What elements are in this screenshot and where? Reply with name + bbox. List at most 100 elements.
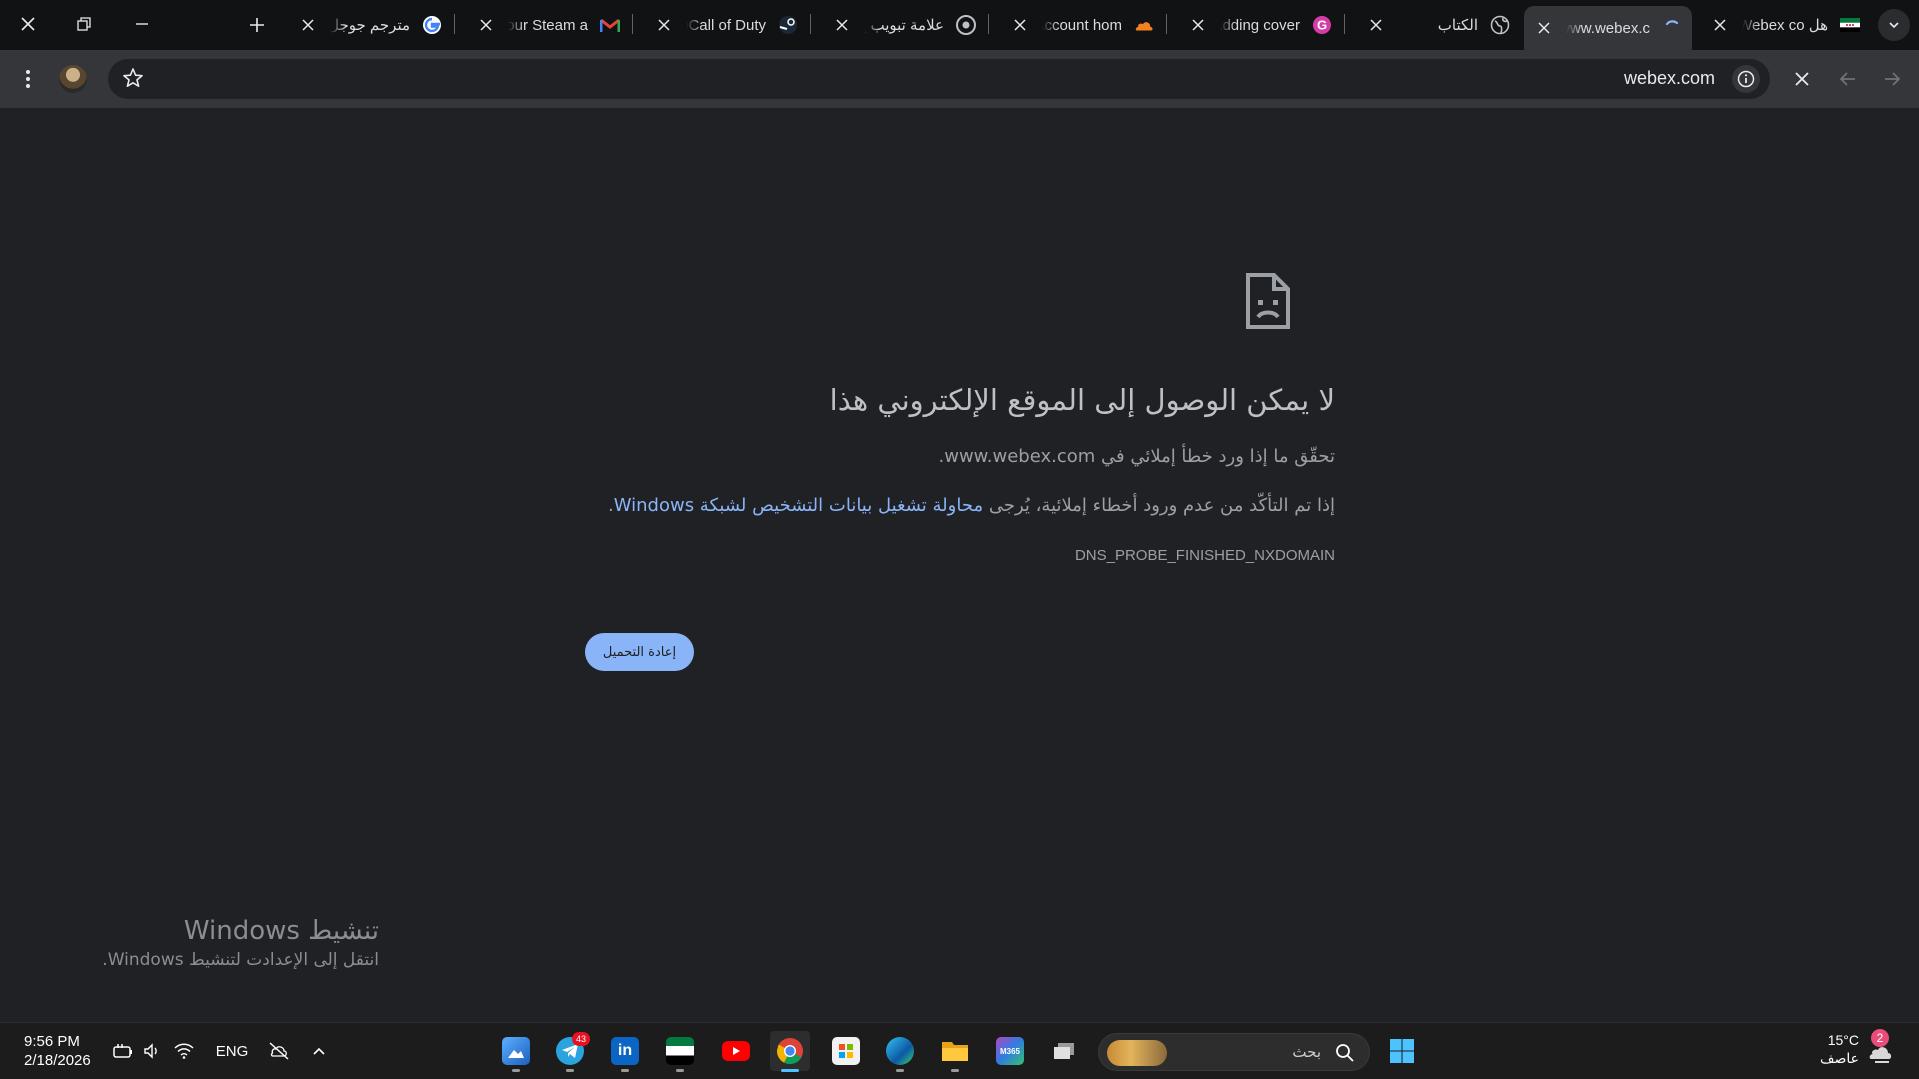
- tab-title: علامة تبويب ج: [864, 17, 944, 34]
- tab-search-button[interactable]: [1878, 9, 1910, 41]
- site-info-icon[interactable]: [1732, 65, 1760, 93]
- tab-title: Call of Duty®: [686, 16, 766, 34]
- restore-window-button[interactable]: [64, 6, 104, 42]
- tab-adding-cover[interactable]: G Adding cover: [1178, 7, 1342, 43]
- window-stack-icon: [1050, 1037, 1078, 1065]
- close-icon: [1795, 72, 1809, 86]
- plus-icon: [250, 18, 264, 32]
- folder-icon: [941, 1037, 969, 1065]
- tab-title: www.webex.c: [1566, 19, 1650, 37]
- arrow-left-icon: [1839, 72, 1855, 86]
- minimize-window-button[interactable]: [122, 6, 162, 42]
- search-icon: [1335, 1043, 1355, 1067]
- flag-icon: [1840, 15, 1860, 35]
- chevron-up-icon: [313, 1047, 325, 1055]
- google-icon: [422, 15, 442, 35]
- taskbar-app-task-view[interactable]: [1044, 1031, 1084, 1071]
- chrome-icon: [776, 1037, 804, 1065]
- arrow-right-icon: [1885, 72, 1901, 86]
- tab-close-icon[interactable]: [832, 15, 852, 35]
- minimize-icon: [136, 23, 148, 25]
- network-diagnostics-link[interactable]: محاولة تشغيل بيانات التشخيص لشبكة Window…: [614, 495, 983, 516]
- linkedin-icon: in: [611, 1037, 639, 1065]
- reload-button[interactable]: إعادة التحميل: [585, 633, 694, 671]
- error-title: لا يمكن الوصول إلى الموقع الإلكتروني هذا: [829, 383, 1335, 417]
- taskbar-app-store[interactable]: [826, 1031, 866, 1071]
- url-text[interactable]: webex.com: [1624, 68, 1715, 89]
- error-code: DNS_PROBE_FINISHED_NXDOMAIN: [1074, 547, 1335, 564]
- address-bar[interactable]: webex.com: [108, 59, 1770, 99]
- taskbar-app-flag[interactable]: [660, 1031, 700, 1072]
- new-tab-button[interactable]: [236, 8, 278, 42]
- volume-icon[interactable]: [142, 1039, 162, 1063]
- input-language[interactable]: ENG: [214, 1039, 250, 1063]
- taskbar-app-chrome[interactable]: [770, 1031, 810, 1072]
- weather-widget[interactable]: 15°C عاصف: [1820, 1031, 1859, 1069]
- taskbar-app-youtube[interactable]: [716, 1031, 756, 1071]
- clock[interactable]: 9:56 PM 2/18/2026: [24, 1032, 91, 1070]
- back-button[interactable]: [1832, 63, 1864, 95]
- taskbar-search[interactable]: بحث: [1098, 1033, 1370, 1071]
- tab-google-translate[interactable]: مترجم جوجل -: [288, 7, 452, 43]
- tab-close-icon[interactable]: [298, 15, 318, 35]
- tab-call-of-duty[interactable]: Call of Duty®: [644, 7, 808, 43]
- tab-title: Account hom: [1042, 16, 1122, 34]
- running-indicator: [512, 1069, 520, 1072]
- taskbar-app-file-explorer[interactable]: [935, 1031, 975, 1072]
- stop-loading-button[interactable]: [1786, 63, 1818, 95]
- unread-badge: 43: [572, 1032, 590, 1046]
- tab-book[interactable]: الكتاب: [1356, 7, 1520, 43]
- chevron-down-icon: [1889, 22, 1899, 29]
- profile-avatar[interactable]: [59, 65, 87, 93]
- cloud-icon: [1134, 15, 1154, 35]
- taskbar-app-telegram[interactable]: 43: [550, 1031, 590, 1072]
- steam-icon: [778, 15, 798, 35]
- tab-close-icon[interactable]: [1366, 15, 1386, 35]
- battery-plug-icon[interactable]: [112, 1039, 134, 1063]
- tab-title: مترجم جوجل -: [330, 17, 410, 34]
- tab-close-icon[interactable]: [654, 15, 674, 35]
- running-indicator: [896, 1069, 904, 1072]
- tab-close-icon[interactable]: [1534, 18, 1554, 38]
- running-indicator: [566, 1069, 574, 1072]
- tab-close-icon[interactable]: [476, 15, 496, 35]
- tab-webex-active[interactable]: www.webex.c: [1524, 6, 1692, 50]
- bookmark-star-icon[interactable]: [122, 67, 144, 93]
- windows-logo-icon: [1388, 1037, 1416, 1065]
- windows-taskbar: 9:56 PM 2/18/2026 ENG 43 in M365 بحث 15°…: [0, 1022, 1919, 1079]
- taskbar-app-edge[interactable]: [880, 1031, 920, 1072]
- taskbar-app-photos[interactable]: [496, 1031, 536, 1072]
- tab-account-home[interactable]: Account hom: [1000, 7, 1164, 43]
- g-logo-icon: G: [1312, 15, 1332, 35]
- kebab-menu-icon: [26, 70, 30, 88]
- youtube-icon: [722, 1041, 750, 1061]
- search-highlight-art: [1107, 1040, 1167, 1066]
- show-hidden-icons-button[interactable]: [308, 1039, 330, 1063]
- notification-badge: 2: [1871, 1029, 1889, 1047]
- close-window-button[interactable]: [8, 6, 48, 42]
- menu-button[interactable]: [12, 63, 44, 95]
- forward-button[interactable]: [1876, 63, 1908, 95]
- tab-close-icon[interactable]: [1710, 15, 1730, 35]
- taskbar-app-m365[interactable]: M365: [990, 1031, 1030, 1071]
- start-button[interactable]: [1382, 1031, 1422, 1071]
- tab-steam-account[interactable]: Your Steam a: [466, 7, 630, 43]
- tab-close-icon[interactable]: [1188, 15, 1208, 35]
- taskbar-app-linkedin[interactable]: in: [605, 1031, 645, 1072]
- tab-new-tab[interactable]: علامة تبويب ج: [822, 7, 986, 43]
- error-hint-spelling: تحقّق ما إذا ورد خطأ إملائي في www.webex…: [938, 446, 1336, 467]
- clock-date: 2/18/2026: [24, 1052, 91, 1069]
- tab-title: هل Webex co: [1742, 17, 1828, 34]
- tab-separator: [988, 14, 989, 34]
- restore-icon: [77, 17, 91, 31]
- browser-toolbar: webex.com: [0, 50, 1919, 108]
- tab-separator: [810, 14, 811, 34]
- globe-icon: [1490, 15, 1510, 35]
- sync-off-icon[interactable]: [266, 1039, 292, 1063]
- sad-document-icon: [1244, 272, 1292, 334]
- search-placeholder: بحث: [1292, 1043, 1321, 1061]
- wifi-icon[interactable]: [172, 1039, 196, 1063]
- flag-icon: [666, 1037, 694, 1065]
- tab-webex-question[interactable]: هل Webex co: [1700, 7, 1870, 43]
- tab-close-icon[interactable]: [1010, 15, 1030, 35]
